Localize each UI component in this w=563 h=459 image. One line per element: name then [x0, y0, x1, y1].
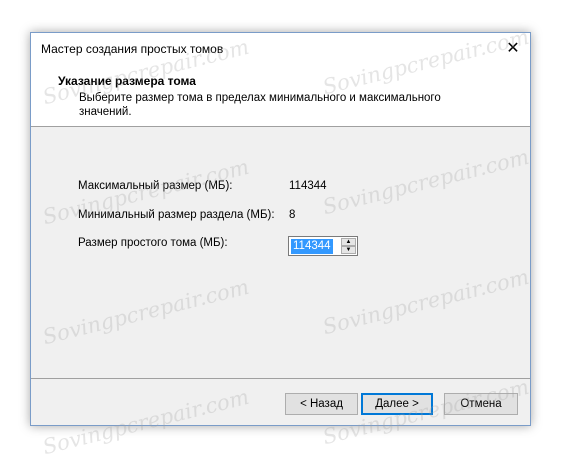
stepper-down-button[interactable]: ▼: [341, 246, 356, 254]
back-button[interactable]: < Назад: [285, 393, 358, 415]
title-bar: Мастер создания простых томов ✕: [31, 33, 530, 64]
stepper-up-button[interactable]: ▲: [341, 238, 356, 246]
wizard-content: Максимальный размер (МБ): 114344 Минимал…: [31, 127, 530, 377]
close-icon: ✕: [506, 40, 520, 57]
stepper-buttons: ▲ ▼: [341, 238, 356, 254]
max-size-value: 114344: [289, 180, 327, 192]
min-size-value: 8: [289, 209, 296, 221]
window-title: Мастер создания простых томов: [41, 42, 224, 56]
volume-size-label: Размер простого тома (МБ):: [78, 237, 228, 249]
footer-divider: [31, 378, 530, 379]
page-title: Указание размера тома: [58, 74, 196, 88]
next-button[interactable]: Далее >: [361, 393, 433, 415]
triangle-down-icon: ▼: [345, 247, 352, 253]
max-size-label: Максимальный размер (МБ):: [78, 180, 233, 192]
volume-size-stepper[interactable]: 114344 ▲ ▼: [288, 236, 358, 256]
cancel-button[interactable]: Отмена: [444, 393, 518, 415]
wizard-header: Указание размера тома Выберите размер то…: [31, 64, 530, 127]
wizard-window: Мастер создания простых томов ✕ Указание…: [30, 32, 531, 426]
triangle-up-icon: ▲: [345, 239, 352, 245]
page-subtitle: Выберите размер тома в пределах минималь…: [79, 92, 441, 118]
close-button[interactable]: ✕: [496, 33, 530, 63]
volume-size-input[interactable]: 114344: [291, 239, 333, 254]
min-size-label: Минимальный размер раздела (МБ):: [78, 209, 275, 221]
